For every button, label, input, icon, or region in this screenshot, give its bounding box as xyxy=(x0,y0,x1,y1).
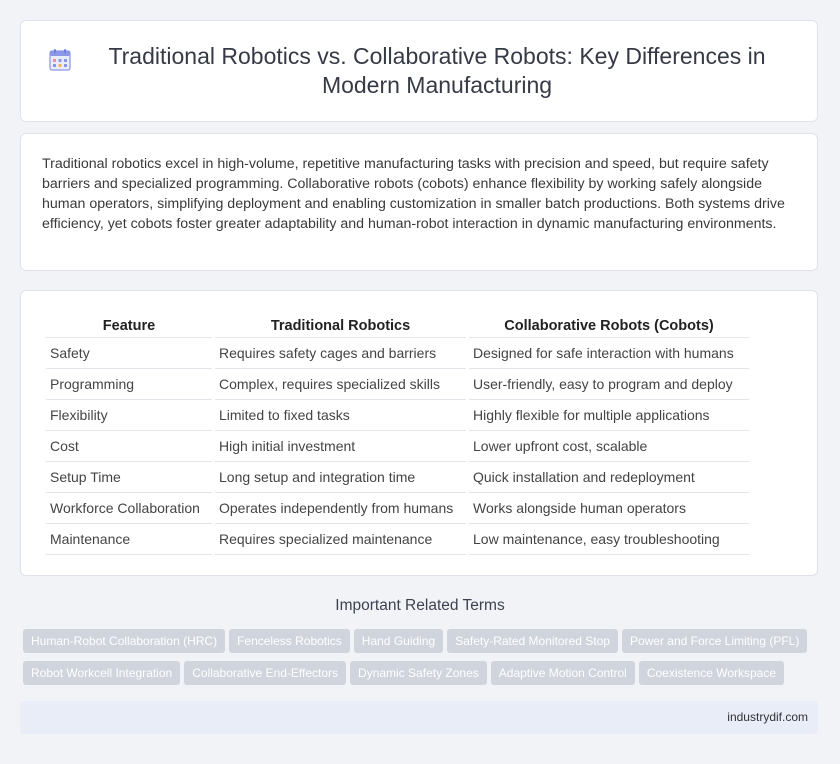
page-title: Traditional Robotics vs. Collaborative R… xyxy=(108,43,766,98)
footer-site-link[interactable]: industrydif.com xyxy=(727,710,808,724)
table-row: Safety Requires safety cages and barrier… xyxy=(46,338,749,369)
table-row: Workforce Collaboration Operates indepen… xyxy=(46,493,749,524)
table-row: Maintenance Requires specialized mainten… xyxy=(46,524,749,555)
table-header-row: Feature Traditional Robotics Collaborati… xyxy=(46,317,749,338)
cell-cobots: Works alongside human operators xyxy=(469,493,749,524)
related-term-tag[interactable]: Dynamic Safety Zones xyxy=(350,661,487,685)
related-term-tag[interactable]: Safety-Rated Monitored Stop xyxy=(447,629,618,653)
related-term-tag[interactable]: Robot Workcell Integration xyxy=(23,661,181,685)
cell-cobots: Low maintenance, easy troubleshooting xyxy=(469,524,749,555)
cell-feature: Setup Time xyxy=(46,462,212,493)
title-card: Traditional Robotics vs. Collaborative R… xyxy=(20,20,818,122)
title-wrap: Traditional Robotics vs. Collaborative R… xyxy=(49,42,789,100)
cell-traditional: Operates independently from humans xyxy=(215,493,466,524)
header-feature: Feature xyxy=(46,317,212,338)
comparison-table-card: Feature Traditional Robotics Collaborati… xyxy=(20,290,818,576)
related-term-tag[interactable]: Human-Robot Collaboration (HRC) xyxy=(23,629,226,653)
related-terms-heading: Important Related Terms xyxy=(335,597,505,614)
cell-traditional: Requires specialized maintenance xyxy=(215,524,466,555)
related-term-tag[interactable]: Coexistence Workspace xyxy=(638,661,785,685)
cell-cobots: Lower upfront cost, scalable xyxy=(469,431,749,462)
cell-feature: Flexibility xyxy=(46,400,212,431)
related-terms-list: Human-Robot Collaboration (HRC) Fenceless… xyxy=(23,629,823,693)
cell-cobots: Designed for safe interaction with human… xyxy=(469,338,749,369)
calendar-grid-icon xyxy=(49,49,71,71)
related-term-tag[interactable]: Adaptive Motion Control xyxy=(490,661,635,685)
cell-cobots: User-friendly, easy to program and deplo… xyxy=(469,369,749,400)
cell-traditional: Long setup and integration time xyxy=(215,462,466,493)
table-row: Cost High initial investment Lower upfro… xyxy=(46,431,749,462)
cell-cobots: Highly flexible for multiple application… xyxy=(469,400,749,431)
related-term-tag[interactable]: Fenceless Robotics xyxy=(229,629,350,653)
cell-traditional: Complex, requires specialized skills xyxy=(215,369,466,400)
header-traditional: Traditional Robotics xyxy=(215,317,466,338)
summary-card: Traditional robotics excel in high-volum… xyxy=(20,133,818,271)
related-term-tag[interactable]: Hand Guiding xyxy=(353,629,444,653)
header-cobots: Collaborative Robots (Cobots) xyxy=(469,317,749,338)
cell-feature: Safety xyxy=(46,338,212,369)
table-row: Setup Time Long setup and integration ti… xyxy=(46,462,749,493)
cell-traditional: Requires safety cages and barriers xyxy=(215,338,466,369)
cell-feature: Maintenance xyxy=(46,524,212,555)
cell-traditional: Limited to fixed tasks xyxy=(215,400,466,431)
table-row: Flexibility Limited to fixed tasks Highl… xyxy=(46,400,749,431)
cell-traditional: High initial investment xyxy=(215,431,466,462)
summary-text: Traditional robotics excel in high-volum… xyxy=(42,156,785,232)
cell-cobots: Quick installation and redeployment xyxy=(469,462,749,493)
cell-feature: Programming xyxy=(46,369,212,400)
table-row: Programming Complex, requires specialize… xyxy=(46,369,749,400)
comparison-table: Feature Traditional Robotics Collaborati… xyxy=(43,317,752,555)
footer-bar: industrydif.com xyxy=(20,701,818,734)
related-term-tag[interactable]: Collaborative End-Effectors xyxy=(184,661,347,685)
cell-feature: Cost xyxy=(46,431,212,462)
related-term-tag[interactable]: Power and Force Limiting (PFL) xyxy=(621,629,808,653)
cell-feature: Workforce Collaboration xyxy=(46,493,212,524)
